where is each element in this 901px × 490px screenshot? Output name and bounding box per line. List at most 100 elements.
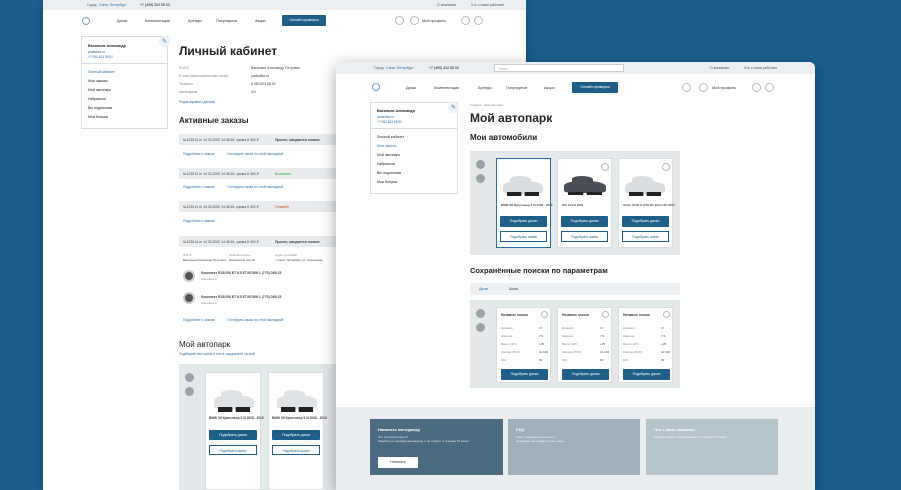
user-email[interactable]: ywdsdfsd.ru [377,115,394,119]
remove-icon[interactable] [602,311,609,318]
pick-tires-button[interactable]: Подобрать шины [209,445,257,455]
search-input[interactable]: Поиск [494,64,624,72]
heart-icon[interactable] [752,83,761,92]
remove-icon[interactable] [541,311,548,318]
menu-item-account[interactable]: Личный кабинет [377,135,404,139]
logo-icon[interactable] [372,83,380,91]
heart-icon[interactable] [461,16,470,25]
order-item-name[interactable]: Комплект R15/208 ET 6.5 ET45 D66.1 (770)… [201,295,281,299]
about-link[interactable]: Что с нами работает [744,66,777,70]
pick-wheels-button[interactable]: Подобрать диски [562,369,609,380]
orders-info-box[interactable]: Что с нами заказами Обычно заказы обраба… [646,419,778,475]
arrow-right-icon[interactable] [476,323,485,332]
profile-link[interactable]: Мой профиль [422,19,446,23]
nav-item[interactable]: Бренды [188,19,202,23]
nav-item[interactable]: Комплектации [145,19,170,23]
city-link[interactable]: Санкт-Петербург [99,3,126,7]
arrow-left-icon[interactable] [476,309,485,318]
pick-wheels-button[interactable]: Подобрать диски [272,430,320,440]
footer-title: FAQ [516,427,525,432]
pick-wheels-button[interactable]: Подобрать диски [623,369,670,380]
remove-icon[interactable] [662,163,670,171]
fleet-link[interactable]: Подберите все шины и все в ожидаемой на … [179,352,255,356]
order-details-link[interactable]: Подробнее о заказе [183,185,215,189]
arrow-right-icon[interactable] [476,174,485,183]
pick-wheels-button[interactable]: Подобрать диски [561,216,608,227]
pick-tires-button[interactable]: Подобрать шины [500,231,547,242]
phone[interactable]: +7 (495) 332 55 33 [429,66,459,70]
search-card-title: Название поиска [562,313,589,317]
profile-link[interactable]: Мой профиль [712,86,736,90]
about-company-link[interactable]: О компании [437,3,456,7]
nav-item[interactable]: Диски [117,19,127,23]
menu-item-favorites[interactable]: Избранное [88,97,106,101]
order-track-link[interactable]: Отследить заказ по этой накладной [227,185,283,189]
user-icon[interactable] [410,16,419,25]
compare-icon[interactable] [682,83,691,92]
pick-wheels-button[interactable]: Подобрать диски [500,216,547,227]
menu-item-orders[interactable]: Мои заказы [88,79,108,83]
nav-item[interactable]: Популярное [216,19,237,23]
user-phone[interactable]: +7 950 823 58 92 [377,120,402,124]
menu-item-orders[interactable]: Мои заказы [377,144,397,148]
tab-wheels[interactable]: Диски [479,287,488,291]
pick-wheels-button[interactable]: Подобрать диски [622,216,669,227]
city-link[interactable]: Санкт-Петербург [386,66,413,70]
pick-wheels-button[interactable]: Подобрать диски [209,430,257,440]
tab-tires[interactable]: Шины [509,287,518,291]
remove-icon[interactable] [601,163,609,171]
edit-data-link[interactable]: Редактировать данные [179,100,215,104]
cart-icon[interactable] [765,83,774,92]
fleet-window: Город: Санкт-Петербург +7 (495) 332 55 3… [336,62,815,490]
cart-icon[interactable] [474,16,483,25]
remove-icon[interactable] [663,311,670,318]
edit-icon[interactable]: ✎ [448,102,459,113]
menu-item-fleet[interactable]: Мой автопарк [377,153,400,157]
user-icon[interactable] [699,83,708,92]
order-item-name[interactable]: Комплект R15/208 ET 6.5 ET45 D66.1 (770)… [201,271,281,275]
order-track-link[interactable]: Отследить заказ по этой накладной [227,152,283,156]
menu-item-account[interactable]: Личный кабинет [88,70,115,74]
order-details-link[interactable]: Подробнее о заказе [183,152,215,156]
order-details-link[interactable]: Подробнее о заказе [183,318,215,322]
pick-wheels-button[interactable]: Подобрать диски [501,369,548,380]
nav-item[interactable]: Акции [255,19,266,23]
menu-item-bonuses[interactable]: Мои бонусы [88,115,108,119]
about-link[interactable]: Что с нами работает [471,3,504,7]
online-fitting-button[interactable]: Онлайн-примерка [282,15,326,26]
footer-text: Это срочный вопрос? Задайте его нашему м… [378,435,470,443]
user-email[interactable]: ywdsdfsd.ru [88,50,105,54]
nav-item[interactable]: Комплектации [434,86,459,90]
breadcrumb[interactable]: Главная · Мой автопарк [470,103,503,107]
arrow-right-icon[interactable] [185,387,194,396]
logo-icon[interactable] [82,17,90,25]
phone[interactable]: +7 (495) 332 55 33 [140,3,170,7]
pick-tires-button[interactable]: Подобрать шины [272,445,320,455]
menu-item-bonuses[interactable]: Мои бонусы [377,180,397,184]
write-button[interactable]: Написать [378,457,418,468]
user-phone[interactable]: +7 950 823 58 92 [88,55,113,59]
about-company-link[interactable]: О компании [710,66,729,70]
menu-item-subscriptions[interactable]: Вы подписаны [377,171,401,175]
faq-box[interactable]: FAQ Часто задаваемые вопросы. Наверняка … [508,419,640,475]
arrow-left-icon[interactable] [185,373,194,382]
nav-item[interactable]: Популярное [506,86,527,90]
arrow-left-icon[interactable] [476,160,485,169]
menu-item-favorites[interactable]: Избранное [377,162,395,166]
online-fitting-button[interactable]: Онлайн-примерка [572,82,618,93]
nav-item[interactable]: Бренды [478,86,492,90]
order-head: №123013 от 10.03.2020 14:48:15, сумма 8 … [183,138,259,142]
nav-item[interactable]: Акции [544,86,555,90]
order-details-link[interactable]: Подробнее о заказе [183,219,215,223]
pick-tires-button[interactable]: Подобрать шины [622,231,669,242]
pick-tires-button[interactable]: Подобрать шины [561,231,608,242]
order-item-status: Ожидается [201,277,217,281]
edit-icon[interactable]: ✎ [159,36,170,47]
compare-icon[interactable] [395,16,404,25]
nav-item[interactable]: Диски [406,86,416,90]
menu-item-subscriptions[interactable]: Вы подписаны [88,106,112,110]
page-title: Личный кабинет [179,44,278,58]
footer-title: Написать менеджеру [378,427,421,432]
menu-item-fleet[interactable]: Мой автопарк [88,88,111,92]
order-track-link[interactable]: Отследить заказ по этой накладной [227,318,283,322]
